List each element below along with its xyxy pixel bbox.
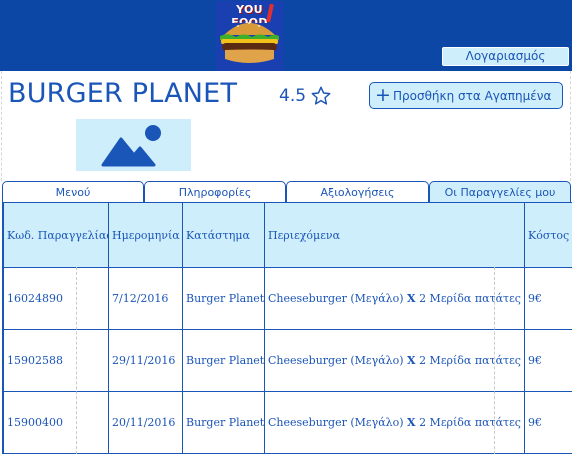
- order-item-2: 2 Μερίδα πατάτες: [419, 292, 521, 305]
- quantity-marker: X: [407, 416, 416, 429]
- tab-bar: Μενού Πληροφορίες Αξιολογήσεις Οι Παραγγ…: [0, 181, 572, 202]
- plus-icon: +: [375, 84, 391, 106]
- guide-line: [76, 267, 77, 454]
- tab-info[interactable]: Πληροφορίες: [144, 181, 286, 202]
- burger-logo-icon: [220, 3, 279, 63]
- order-date: 20/11/2016: [108, 391, 183, 454]
- order-contents: Cheeseburger (Μεγάλο) X 2 Μερίδα πατάτες…: [264, 329, 525, 392]
- column-header-contents: Περιεχόμενα: [264, 202, 525, 268]
- tab-menu[interactable]: Μενού: [2, 181, 144, 202]
- order-cost: 9€: [524, 391, 572, 454]
- image-placeholder-icon: [101, 125, 161, 167]
- restaurant-image-placeholder: [76, 119, 191, 171]
- order-store: Burger Planet: [182, 329, 265, 392]
- rating-value: 4.5: [279, 86, 307, 106]
- order-item-2: 2 Μερίδα πατάτες: [419, 354, 521, 367]
- column-header-order-code: Κωδ. Παραγγελίας: [3, 202, 109, 268]
- guide-line: [494, 267, 495, 454]
- order-date: 29/11/2016: [108, 329, 183, 392]
- account-button[interactable]: Λογαριασμός: [442, 47, 569, 66]
- add-to-favorites-button[interactable]: + Προσθήκη στα Αγαπημένα: [369, 82, 563, 109]
- tab-reviews[interactable]: Αξιολογήσεις: [286, 181, 429, 202]
- order-date: 7/12/2016: [108, 267, 183, 330]
- table-row[interactable]: 15900400 20/11/2016 Burger Planet Cheese…: [3, 391, 572, 454]
- column-header-cost: Κόστος: [524, 202, 572, 268]
- guide-line: [570, 71, 571, 181]
- order-cost: 9€: [524, 267, 572, 330]
- quantity-marker: X: [407, 292, 416, 305]
- order-store: Burger Planet: [182, 267, 265, 330]
- order-code: 15900400: [3, 391, 109, 454]
- orders-table: Κωδ. Παραγγελίας Ημερομηνία Κατάστημα Πε…: [3, 202, 572, 454]
- tab-my-orders[interactable]: Οι Παραγγελίες μου: [429, 181, 571, 202]
- order-contents: Cheeseburger (Μεγάλο) X 2 Μερίδα πατάτες…: [264, 391, 525, 454]
- table-header-row: Κωδ. Παραγγελίας Ημερομηνία Κατάστημα Πε…: [3, 202, 572, 268]
- order-item-1: Cheeseburger (Μεγάλο): [268, 292, 404, 305]
- order-store: Burger Planet: [182, 391, 265, 454]
- quantity-marker: X: [407, 354, 416, 367]
- order-code: 15902588: [3, 329, 109, 392]
- order-item-2: 2 Μερίδα πατάτες: [419, 416, 521, 429]
- app-logo[interactable]: YOU FOOD: [216, 1, 283, 71]
- order-contents: Cheeseburger (Μεγάλο) X 2 Μερίδα πατάτες…: [264, 267, 525, 330]
- star-outline-icon[interactable]: [310, 85, 332, 107]
- add-to-favorites-label: Προσθήκη στα Αγαπημένα: [393, 89, 552, 103]
- restaurant-name: BURGER PLANET: [8, 78, 238, 109]
- order-item-1: Cheeseburger (Μεγάλο): [268, 354, 404, 367]
- order-cost: 9€: [524, 329, 572, 392]
- orders-table-panel: Κωδ. Παραγγελίας Ημερομηνία Κατάστημα Πε…: [2, 202, 572, 454]
- order-code: 16024890: [3, 267, 109, 330]
- guide-line: [1, 71, 2, 181]
- column-header-date: Ημερομηνία: [108, 202, 183, 268]
- table-row[interactable]: 16024890 7/12/2016 Burger Planet Cheeseb…: [3, 267, 572, 330]
- column-header-store: Κατάστημα: [182, 202, 265, 268]
- table-row[interactable]: 15902588 29/11/2016 Burger Planet Cheese…: [3, 329, 572, 392]
- top-bar: YOU FOOD Λογαριασμός: [0, 0, 572, 71]
- order-item-1: Cheeseburger (Μεγάλο): [268, 416, 404, 429]
